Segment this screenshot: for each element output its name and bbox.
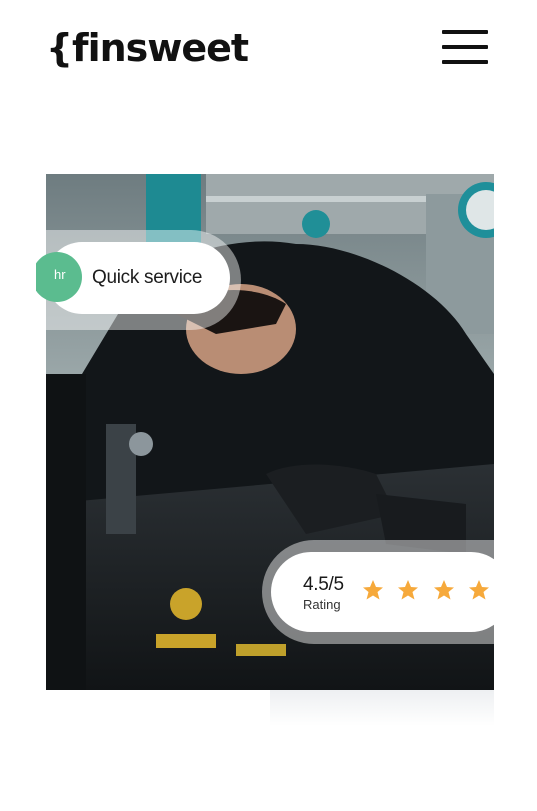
rating-label: Rating [303,597,341,612]
clock-icon: hr [36,252,82,302]
menu-bar [442,30,488,34]
star-icon [398,580,419,600]
quick-service-label: Quick service [92,267,203,288]
hour-label: hr [54,267,66,282]
finsweet-logo[interactable]: {finsweet [46,22,249,74]
hamburger-menu-icon[interactable] [442,30,488,64]
rating-stars [361,578,494,606]
star-icon [469,580,490,600]
rating-badge: 4.5/5 Rating [262,540,494,644]
menu-bar [442,60,488,64]
menu-bar [442,45,488,49]
star-icon [363,580,383,600]
quick-service-badge: hr Quick service [36,230,241,330]
star-icon [433,580,454,600]
rating-pill: 4.5/5 Rating [271,552,494,632]
rating-score: 4.5/5 [303,574,344,595]
quick-service-pill: hr Quick service [36,242,230,314]
hero-shadow [270,690,494,726]
site-header: {finsweet [0,0,537,100]
